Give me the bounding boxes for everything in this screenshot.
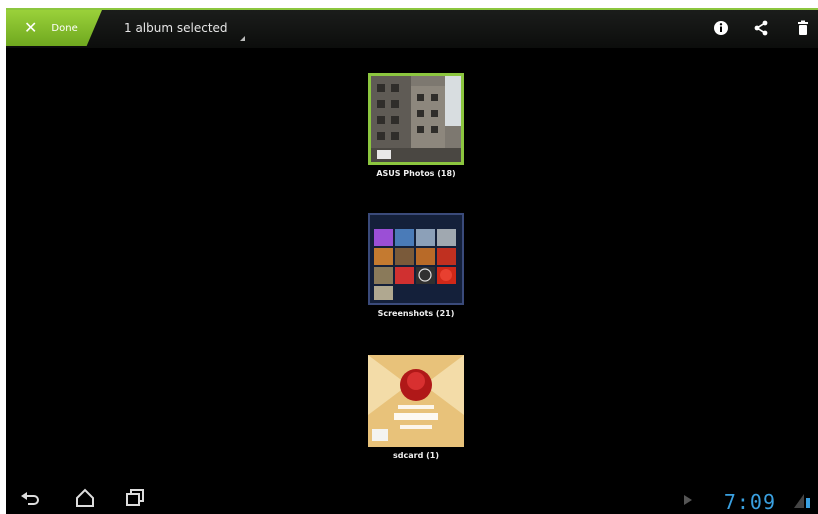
gallery-screen: ✕ Done 1 album selected ASUS Photos (18)…: [6, 8, 818, 514]
done-label: Done: [51, 22, 78, 34]
recent-apps-icon[interactable]: [124, 488, 146, 508]
dropdown-caret-icon: [240, 36, 245, 41]
done-button[interactable]: ✕ Done: [6, 10, 102, 46]
album-asus-photos[interactable]: ASUS Photos (18): [366, 73, 466, 178]
info-icon[interactable]: [712, 19, 730, 37]
album-thumbnail: [368, 213, 464, 305]
screenshots-collage: [370, 215, 462, 303]
building-photo: [371, 76, 461, 162]
album-thumbnail: [368, 355, 464, 447]
album-thumbnail: [368, 73, 464, 165]
status-clock: 7:09: [723, 490, 776, 514]
play-icon: [684, 495, 692, 505]
share-icon[interactable]: [752, 19, 770, 37]
selection-dropdown[interactable]: 1 album selected: [124, 10, 228, 46]
album-label: Screenshots (21): [377, 309, 455, 318]
home-icon[interactable]: [74, 488, 96, 508]
delete-icon[interactable]: [794, 19, 812, 37]
album-label: ASUS Photos (18): [376, 169, 456, 178]
action-bar: ✕ Done 1 album selected: [6, 8, 818, 48]
signal-icon: [794, 494, 810, 508]
album-screenshots[interactable]: Screenshots (21): [366, 213, 466, 318]
back-icon[interactable]: [20, 490, 42, 508]
close-icon: ✕: [24, 18, 38, 37]
selection-text: 1 album selected: [124, 21, 228, 35]
album-label: sdcard (1): [393, 451, 439, 460]
album-sdcard[interactable]: sdcard (1): [366, 355, 466, 460]
book-cover-image: [368, 355, 464, 447]
